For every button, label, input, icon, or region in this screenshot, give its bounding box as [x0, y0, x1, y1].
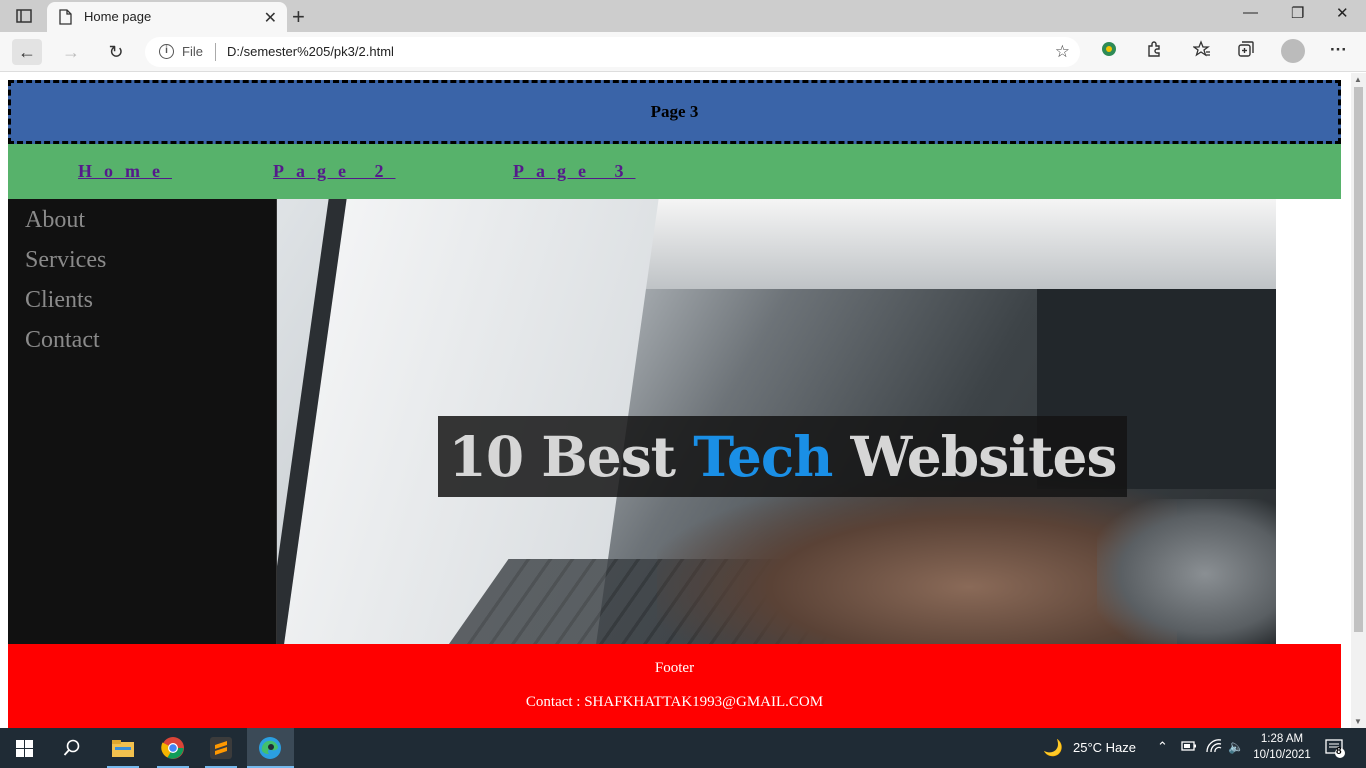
file-scheme-label: File — [182, 44, 203, 59]
address-bar[interactable]: i File D:/semester%205/pk3/2.html ☆ — [145, 37, 1080, 67]
sidebar-item-about[interactable]: About — [25, 207, 85, 234]
clock-time: 1:28 AM — [1260, 733, 1304, 745]
minimize-button[interactable]: — — [1243, 4, 1258, 21]
tab-close-icon[interactable]: ✕ — [264, 8, 277, 28]
favorites-icon[interactable] — [1192, 40, 1211, 63]
sublime-text-icon[interactable] — [208, 736, 234, 760]
vertical-scrollbar[interactable]: ▲ ▼ — [1351, 73, 1366, 728]
address-separator — [215, 43, 216, 61]
hero-image: 10 Best Tech Websites — [277, 199, 1276, 644]
windows-start-icon[interactable] — [11, 736, 37, 760]
footer-title: Footer — [654, 660, 695, 676]
edge-browser-icon — [257, 736, 283, 760]
taskbar-edge-active[interactable] — [247, 728, 294, 768]
extensions-icon[interactable] — [1145, 40, 1163, 63]
sidebar-item-clients[interactable]: Clients — [25, 287, 93, 314]
chrome-icon[interactable] — [160, 736, 186, 760]
browser-toolbar: ← → ↻ i File D:/semester%205/pk3/2.html … — [0, 32, 1366, 72]
scroll-down-icon[interactable]: ▼ — [1354, 717, 1362, 726]
page-icon — [59, 9, 72, 30]
sidebar-item-services[interactable]: Services — [25, 247, 106, 274]
scroll-up-icon[interactable]: ▲ — [1354, 75, 1362, 84]
url-text[interactable]: D:/semester%205/pk3/2.html — [227, 44, 394, 59]
refresh-button[interactable]: ↻ — [101, 39, 131, 65]
hero-banner: 10 Best Tech Websites — [438, 416, 1127, 497]
tab-actions-button[interactable] — [8, 6, 40, 26]
battery-icon[interactable] — [1181, 740, 1197, 755]
hero-banner-text: 10 Best Tech Websites — [448, 424, 1118, 489]
back-button[interactable]: ← — [12, 39, 42, 65]
page-title: Page 3 — [650, 102, 699, 121]
search-icon[interactable] — [59, 736, 85, 760]
weather-icon[interactable]: 🌙 — [1043, 738, 1063, 758]
system-clock[interactable]: 1:28 AM 10/10/2021 — [1247, 731, 1317, 763]
forward-arrow-icon: → — [62, 41, 80, 62]
weather-text[interactable]: 25°C Haze — [1073, 740, 1136, 755]
footer-contact: Contact : SHAFKHATTAK1993@GMAIL.COM — [525, 694, 824, 710]
notification-center-icon[interactable] — [1325, 738, 1345, 761]
hero-banner-accent: Tech — [693, 424, 833, 489]
nav-link-page-3[interactable]: Page 3 — [513, 161, 635, 182]
web-page-viewport: Page 3 Home Page 2 Page 3 About Services… — [0, 73, 1351, 728]
extension-globe-icon[interactable] — [1100, 40, 1118, 63]
add-favorite-icon[interactable]: ☆ — [1055, 42, 1070, 62]
tab-title: Home page — [84, 9, 152, 24]
refresh-icon: ↻ — [108, 41, 124, 62]
browser-tab-strip: Home page ✕ + — ❐ ✕ — [0, 0, 1366, 32]
page-footer: Footer Contact : SHAFKHATTAK1993@GMAIL.C… — [8, 644, 1341, 728]
nav-link-home[interactable]: Home — [78, 161, 172, 182]
forward-button[interactable]: → — [56, 39, 86, 65]
profile-avatar[interactable] — [1281, 39, 1305, 63]
scroll-thumb[interactable] — [1354, 87, 1363, 632]
tab-actions-icon — [16, 9, 32, 23]
nav-link-page-2[interactable]: Page 2 — [273, 161, 395, 182]
hero-sleeve — [1097, 499, 1276, 644]
close-window-button[interactable]: ✕ — [1336, 4, 1349, 22]
volume-icon[interactable]: 🔈 — [1228, 739, 1244, 755]
more-menu-icon[interactable]: ··· — [1330, 40, 1347, 60]
wifi-icon[interactable] — [1206, 739, 1222, 756]
collections-icon[interactable] — [1237, 40, 1255, 63]
navigation-bar: Home Page 2 Page 3 — [8, 144, 1341, 199]
info-icon[interactable]: i — [159, 44, 174, 59]
back-arrow-icon: ← — [18, 41, 36, 62]
hero-background — [617, 199, 1276, 289]
page-header: Page 3 — [8, 80, 1341, 144]
windows-taskbar: 🌙 25°C Haze ⌃ 🔈 1:28 AM 10/10/2021 8 — [0, 728, 1366, 768]
show-hidden-icons-icon[interactable]: ⌃ — [1157, 739, 1168, 755]
file-explorer-icon[interactable] — [110, 736, 136, 760]
notification-count: 8 — [1336, 746, 1342, 757]
new-tab-button[interactable]: + — [292, 4, 305, 30]
restore-button[interactable]: ❐ — [1291, 4, 1304, 22]
sidebar: About Services Clients Contact — [8, 199, 277, 644]
clock-date: 10/10/2021 — [1253, 749, 1311, 761]
sidebar-item-contact[interactable]: Contact — [25, 327, 100, 354]
browser-tab[interactable]: Home page ✕ — [47, 2, 287, 32]
